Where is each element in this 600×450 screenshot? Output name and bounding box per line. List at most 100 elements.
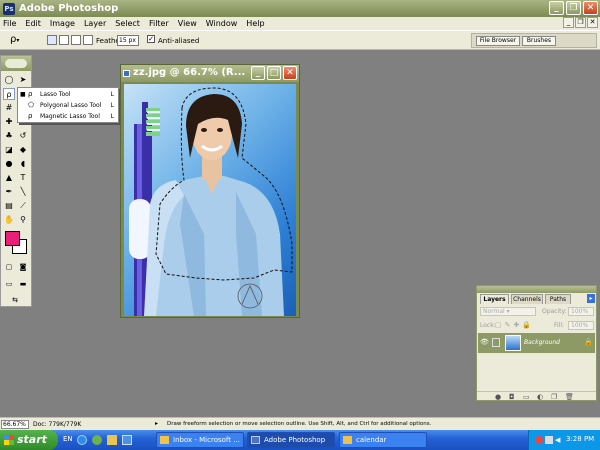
jump-to-imageready-icon[interactable]: ⇆ [9,294,21,306]
fill-field[interactable]: 100% [568,321,594,330]
restore-button[interactable]: ❐ [566,1,581,15]
new-layer-icon[interactable]: ❐ [551,393,557,401]
new-set-icon[interactable]: ▭ [523,393,530,401]
history-brush-tool-icon[interactable]: ↺ [17,130,29,142]
menu-image[interactable]: Image [50,19,75,28]
tab-channels[interactable]: Channels [511,294,543,304]
palette-well: File Browser Brushes [471,33,597,48]
canvas-image[interactable] [124,84,296,316]
new-selection-button[interactable] [47,35,57,45]
blur-tool-icon[interactable]: ● [3,158,15,170]
tab-brushes[interactable]: Brushes [522,36,556,46]
task-button-inbox[interactable]: Inbox - Microsoft ... [156,432,244,448]
menu-file[interactable]: File [3,19,16,28]
task-button-calendar[interactable]: calendar [339,432,427,448]
notes-tool-icon[interactable]: ▤ [3,200,15,212]
language-indicator[interactable]: EN [63,435,73,443]
lasso-tool-icon[interactable]: ρ [3,88,15,100]
foreground-color-swatch[interactable] [5,231,20,246]
layer-style-icon[interactable]: ● [495,393,501,401]
task-button-photoshop[interactable]: Adobe Photoshop [247,432,335,448]
trash-icon[interactable]: 🗑 [565,393,574,401]
feather-input[interactable]: 15 px [117,35,139,46]
doc-window-close-button[interactable]: ✕ [283,66,297,80]
add-to-selection-button[interactable] [59,35,69,45]
network-icon[interactable] [545,436,553,444]
screen-mode-standard-icon[interactable]: ▭ [3,278,15,290]
minimize-button[interactable]: _ [549,1,564,15]
arrow-right-icon[interactable]: ▸ [155,420,158,427]
clone-stamp-tool-icon[interactable]: ♣ [3,130,15,142]
menu-edit[interactable]: Edit [25,19,41,28]
doc-minimize-button[interactable]: _ [563,17,574,28]
blend-mode-select[interactable]: Normal ▾ [480,307,536,316]
subtract-from-selection-button[interactable] [71,35,81,45]
alert-icon[interactable] [535,436,543,444]
tool-preset-picker[interactable]: ρ▾ [10,34,38,47]
menu-layer[interactable]: Layer [84,19,106,28]
marquee-tool-icon[interactable]: ◯ [3,74,15,86]
crop-tool-icon[interactable]: # [3,102,15,114]
flyout-item-lasso[interactable]: ■ ρ Lasso Tool L [18,89,118,100]
link-icon [492,338,500,347]
path-selection-tool-icon[interactable]: ▲ [3,172,15,184]
adjustment-layer-icon[interactable]: ◐ [537,393,543,401]
lasso-tool-flyout: ■ ρ Lasso Tool L ⬠ Polygonal Lasso Tool … [17,87,119,123]
palette-menu-icon[interactable]: ▸ [587,294,595,303]
standard-mode-icon[interactable]: ▢ [3,261,15,273]
type-tool-icon[interactable]: T [17,172,29,184]
document-icon [123,70,130,77]
doc-size-info[interactable]: Doc: 779K/779K [33,421,81,428]
opacity-field[interactable]: 100% [568,307,594,316]
eyedropper-tool-icon[interactable]: ⟋ [17,200,29,212]
menu-view[interactable]: View [178,19,197,28]
desktop-icon[interactable] [122,435,132,445]
flyout-item-polygonal-lasso[interactable]: ⬠ Polygonal Lasso Tool L [18,100,118,111]
layer-mask-icon[interactable]: ◘ [509,393,515,401]
lock-buttons[interactable]: ▢✎✚🔒 [495,321,541,330]
menu-help[interactable]: Help [246,19,264,28]
paint-bucket-tool-icon[interactable]: ◆ [17,144,29,156]
move-tool-icon[interactable]: ➤ [17,74,29,86]
toolbox-header[interactable] [1,56,31,71]
start-button[interactable]: start [0,430,58,450]
zoom-tool-icon[interactable]: ⚲ [17,214,29,226]
app-title-bar[interactable]: Ps Adobe Photoshop _ ❐ ✕ [0,0,600,17]
outlook-icon[interactable] [107,435,117,445]
document-title-bar[interactable]: zz.jpg @ 66.7% (R... _ □ ✕ [121,65,299,82]
media-icon[interactable] [92,435,102,445]
tab-layers[interactable]: Layers [480,294,509,304]
doc-restore-button[interactable]: ❐ [575,17,586,28]
eye-icon[interactable]: 👁 [480,338,489,347]
layers-palette-header[interactable] [477,286,596,293]
flyout-item-magnetic-lasso[interactable]: ρ Magnetic Lasso Tool L [18,111,118,122]
ie-icon[interactable] [77,435,87,445]
pen-tool-icon[interactable]: ✒ [3,186,15,198]
menu-select[interactable]: Select [115,19,140,28]
doc-window-minimize-button[interactable]: _ [251,66,265,80]
dodge-tool-icon[interactable]: ◖ [17,158,29,170]
tab-file-browser[interactable]: File Browser [476,36,520,46]
zoom-level-field[interactable]: 66.67% [1,420,29,429]
doc-close-button[interactable]: ✕ [587,17,598,28]
hand-tool-icon[interactable]: ✋ [3,214,15,226]
intersect-selection-button[interactable] [83,35,93,45]
eraser-tool-icon[interactable]: ◪ [3,144,15,156]
layers-bottom-bar: ● ◘ ▭ ◐ ❐ 🗑 [477,391,596,401]
anti-aliased-checkbox[interactable]: ✓ [147,35,155,43]
layer-thumbnail [505,335,521,351]
doc-window-maximize-button[interactable]: □ [267,66,281,80]
menu-window[interactable]: Window [206,19,238,28]
lock-icon: 🔒 [584,338,593,346]
menu-filter[interactable]: Filter [149,19,169,28]
quick-mask-mode-icon[interactable]: ◙ [17,261,29,273]
close-button[interactable]: ✕ [583,1,598,15]
tab-paths[interactable]: Paths [545,294,571,304]
screen-mode-full-icon[interactable]: ▬ [17,278,29,290]
clock[interactable]: 3:28 PM [566,435,594,443]
healing-brush-tool-icon[interactable]: ✚ [3,116,15,128]
magnetic-lasso-icon: ρ [28,112,33,120]
layer-row-background[interactable]: 👁 Background 🔒 [478,333,595,353]
speaker-icon[interactable]: ◀ [555,436,563,444]
line-tool-icon[interactable]: ╲ [17,186,29,198]
